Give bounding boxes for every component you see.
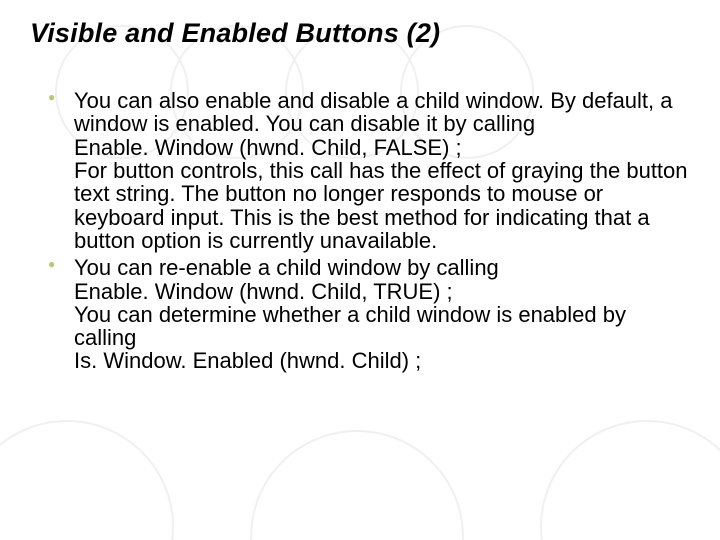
page-title: Visible and Enabled Buttons (2) <box>30 18 690 49</box>
bg-circle <box>0 420 174 540</box>
slide-content: Visible and Enabled Buttons (2) You can … <box>0 0 720 373</box>
bg-circle <box>250 430 464 540</box>
body-text: Enable. Window (hwnd. Child, FALSE) ; <box>74 136 690 159</box>
bg-circle <box>540 420 720 540</box>
body-text: Enable. Window (hwnd. Child, TRUE) ; <box>74 280 690 303</box>
body-text: For button controls, this call has the e… <box>74 159 690 252</box>
body-text: You can re-enable a child window by call… <box>74 256 690 279</box>
body-text: You can determine whether a child window… <box>74 303 690 350</box>
bullet-list: You can also enable and disable a child … <box>30 89 690 373</box>
list-item: You can also enable and disable a child … <box>74 89 690 252</box>
body-text: You can also enable and disable a child … <box>74 89 690 136</box>
list-item: You can re-enable a child window by call… <box>74 256 690 373</box>
body-text: Is. Window. Enabled (hwnd. Child) ; <box>74 349 690 372</box>
